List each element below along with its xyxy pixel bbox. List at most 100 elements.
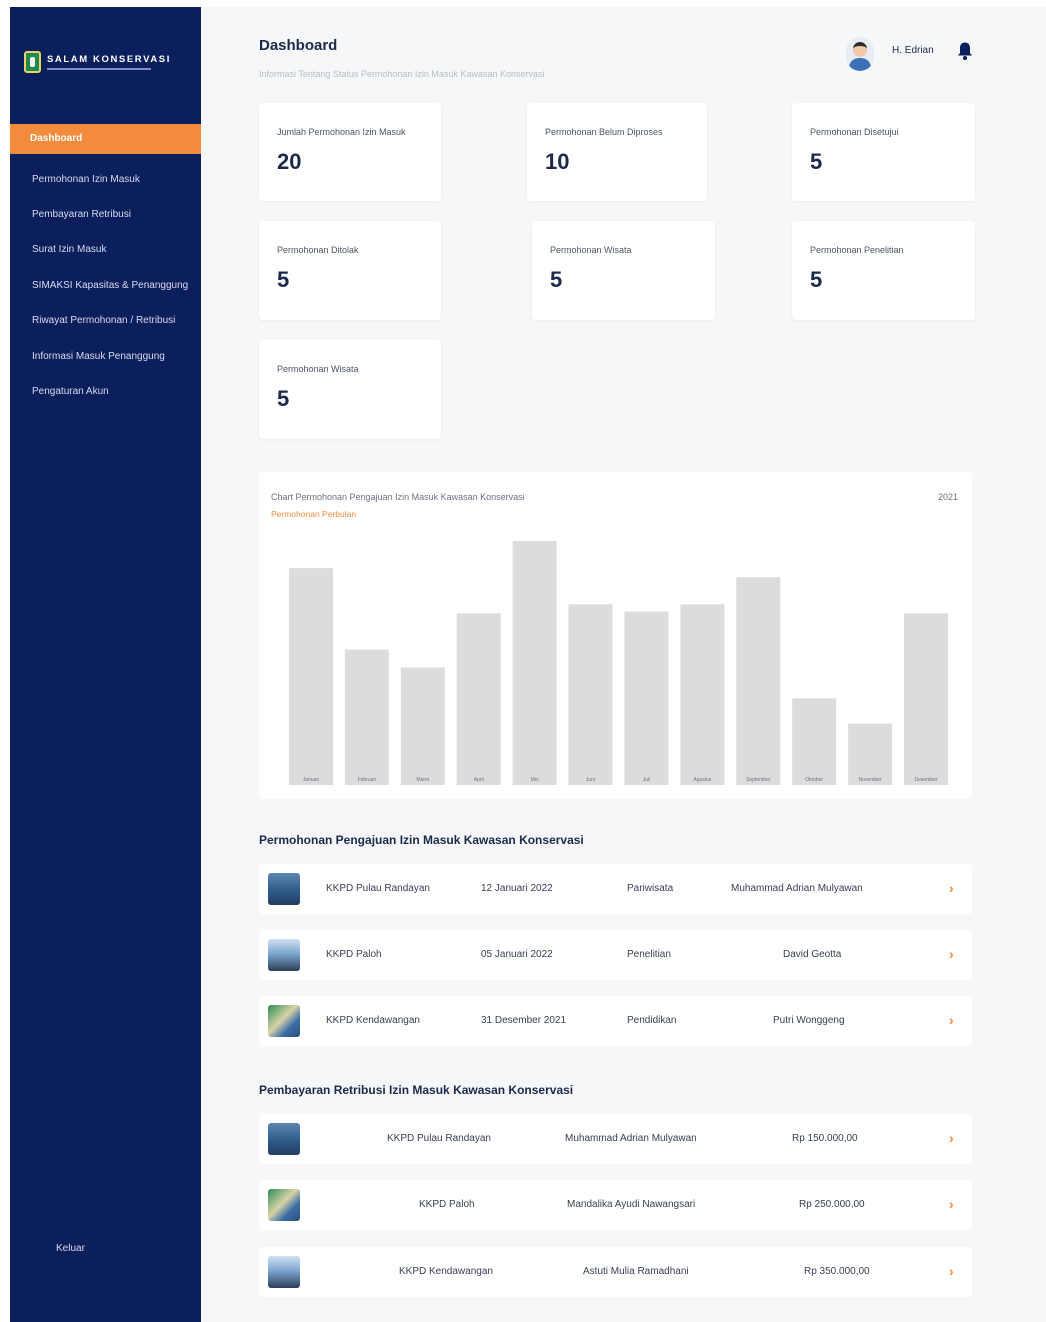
stat-label: Permohonan Belum Diproses <box>545 127 663 137</box>
section-title-requests: Permohonan Pengajuan Izin Masuk Kawasan … <box>259 833 584 847</box>
sidebar-item-label: Dashboard <box>30 133 83 144</box>
stat-value: 20 <box>277 149 302 174</box>
user-name[interactable]: H. Edrian <box>892 45 934 56</box>
row-amount: Rp 350.000,00 <box>804 1266 870 1277</box>
chart-bar-juli[interactable] <box>624 611 669 786</box>
row-amount: Rp 150.000,00 <box>792 1133 858 1144</box>
chart-tick-label: September <box>746 777 771 783</box>
chevron-right-icon[interactable]: › <box>949 1130 954 1146</box>
stat-card-rejected[interactable]: Permohonan Ditolak 5 <box>259 221 441 320</box>
stat-label: Permohonan Wisata <box>277 364 359 374</box>
row-category: Pendidikan <box>627 1015 677 1026</box>
sidebar-item-surat-izin[interactable]: Surat Izin Masuk <box>32 244 106 255</box>
chart-tick-label: Juli <box>643 777 651 783</box>
page-subtitle: Informasi Tentang Status Permohonan Izin… <box>259 69 545 79</box>
row-location: KKPD Pulau Randayan <box>326 883 430 894</box>
sidebar-item-dashboard[interactable]: Dashboard <box>10 124 201 154</box>
chart-bar-mei[interactable] <box>512 541 557 785</box>
logo-emblem-icon <box>24 51 41 73</box>
table-row[interactable]: KKPD Pulau Randayan 12 Januari 2022 Pari… <box>259 864 972 914</box>
chart-bar-juni[interactable] <box>568 604 613 785</box>
row-location: KKPD Paloh <box>326 949 382 960</box>
chart-tick-label: Oktober <box>805 777 823 783</box>
chart-tick-label: November <box>859 777 882 783</box>
location-thumbnail <box>268 1256 300 1288</box>
stat-label: Permohonan Penelitian <box>810 245 904 255</box>
chart-tick-label: Januari <box>303 777 319 783</box>
app-title: SALAM KONSERVASI <box>47 54 171 65</box>
location-thumbnail <box>268 1005 300 1037</box>
row-location: KKPD Kendawangan <box>399 1266 493 1277</box>
chart-tick-label: Desember <box>914 777 937 783</box>
stat-value: 5 <box>277 267 290 292</box>
chevron-right-icon[interactable]: › <box>949 946 954 962</box>
chart-tick-label: Agustus <box>693 777 712 783</box>
sidebar-item-simaksi[interactable]: SIMAKSI Kapasitas & Penanggung <box>32 280 188 291</box>
sidebar-item-pengaturan[interactable]: Pengaturan Akun <box>32 386 109 397</box>
chart-bar-agustus[interactable] <box>680 604 725 785</box>
chart-tick-label: April <box>474 777 484 783</box>
avatar[interactable] <box>846 37 874 71</box>
row-date: 12 Januari 2022 <box>481 883 553 894</box>
table-row[interactable]: KKPD Pulau Randayan Muhammad Adrian Muly… <box>259 1114 972 1164</box>
chart-tick-label: Maret <box>416 777 429 783</box>
row-name: Mandalika Ayudi Nawangsari <box>567 1199 696 1210</box>
chart-bar-oktober[interactable] <box>792 698 837 785</box>
chart-bar-november[interactable] <box>848 723 893 785</box>
table-row[interactable]: KKPD Paloh Mandalika Ayudi Nawangsari Rp… <box>259 1180 972 1230</box>
location-thumbnail <box>268 873 300 905</box>
row-category: Penelitian <box>627 949 671 960</box>
stat-label: Permohonan Disetujui <box>810 127 899 137</box>
sidebar: SALAM KONSERVASI Dashboard Permohonan Iz… <box>10 7 201 1322</box>
location-thumbnail <box>268 1189 300 1221</box>
chevron-right-icon[interactable]: › <box>949 1196 954 1212</box>
table-row[interactable]: KKPD Kendawangan 31 Desember 2021 Pendid… <box>259 996 972 1046</box>
chevron-right-icon[interactable]: › <box>949 1012 954 1028</box>
stat-label: Permohonan Wisata <box>550 245 632 255</box>
chevron-right-icon[interactable]: › <box>949 1263 954 1279</box>
chart-bar-maret[interactable] <box>400 667 445 786</box>
sidebar-item-pembayaran[interactable]: Pembayaran Retribusi <box>32 209 131 220</box>
chart-bar-september[interactable] <box>736 577 781 785</box>
app-logo[interactable]: SALAM KONSERVASI <box>24 47 199 77</box>
sidebar-item-riwayat[interactable]: Riwayat Permohonan / Retribusi <box>32 315 175 326</box>
chart-tick-label: Juni <box>586 777 595 783</box>
stat-label: Permohonan Ditolak <box>277 245 359 255</box>
stat-card-approved[interactable]: Permohonan Disetujui 5 <box>792 103 975 201</box>
chart-tick-label: Mei <box>531 777 539 783</box>
stat-label: Jumlah Permohonan Izin Masuk <box>277 127 406 137</box>
stat-value: 5 <box>277 386 290 411</box>
table-row[interactable]: KKPD Kendawangan Astuti Mulia Ramadhani … <box>259 1247 972 1297</box>
row-amount: Rp 250.000,00 <box>799 1199 865 1210</box>
stat-card-pending[interactable]: Permohonan Belum Diproses 10 <box>527 103 707 201</box>
bell-icon[interactable] <box>957 41 973 61</box>
stat-card-total[interactable]: Jumlah Permohonan Izin Masuk 20 <box>259 103 441 201</box>
logout-link[interactable]: Keluar <box>56 1243 85 1254</box>
row-name: Astuti Mulia Ramadhani <box>583 1266 689 1277</box>
row-category: Pariwisata <box>627 883 674 894</box>
monthly-requests-chart: Januari Februari Maret April Mei Juni Juli Agus… <box>259 472 972 799</box>
chart-year-selector[interactable]: 2021 <box>938 492 958 502</box>
row-date: 05 Januari 2022 <box>481 949 553 960</box>
chart-legend: Permohonan Perbulan <box>271 509 357 519</box>
chevron-right-icon[interactable]: › <box>949 880 954 896</box>
stat-card-wisata-2[interactable]: Permohonan Wisata 5 <box>259 340 441 439</box>
chart-bar-desember[interactable] <box>904 613 948 785</box>
chart-bar-april[interactable] <box>456 613 501 785</box>
sidebar-item-permohonan[interactable]: Permohonan Izin Masuk <box>32 174 140 185</box>
sidebar-item-informasi[interactable]: Informasi Masuk Penanggung <box>32 351 165 362</box>
stat-value: 5 <box>810 149 823 174</box>
chart-bar-februari[interactable] <box>344 649 389 786</box>
section-title-payments: Pembayaran Retribusi Izin Masuk Kawasan … <box>259 1083 574 1097</box>
row-date: 31 Desember 2021 <box>481 1015 567 1026</box>
stat-value: 10 <box>545 149 570 174</box>
row-name: Muhammad Adrian Mulyawan <box>565 1133 697 1144</box>
location-thumbnail <box>268 939 300 971</box>
location-thumbnail <box>268 1123 300 1155</box>
row-location: KKPD Pulau Randayan <box>387 1133 491 1144</box>
table-row[interactable]: KKPD Paloh 05 Januari 2022 Penelitian Da… <box>259 930 972 980</box>
stat-card-wisata[interactable]: Permohonan Wisata 5 <box>532 221 715 320</box>
stat-card-penelitian[interactable]: Permohonan Penelitian 5 <box>792 221 975 320</box>
row-location: KKPD Paloh <box>419 1199 475 1210</box>
chart-bar-januari[interactable] <box>289 568 333 785</box>
